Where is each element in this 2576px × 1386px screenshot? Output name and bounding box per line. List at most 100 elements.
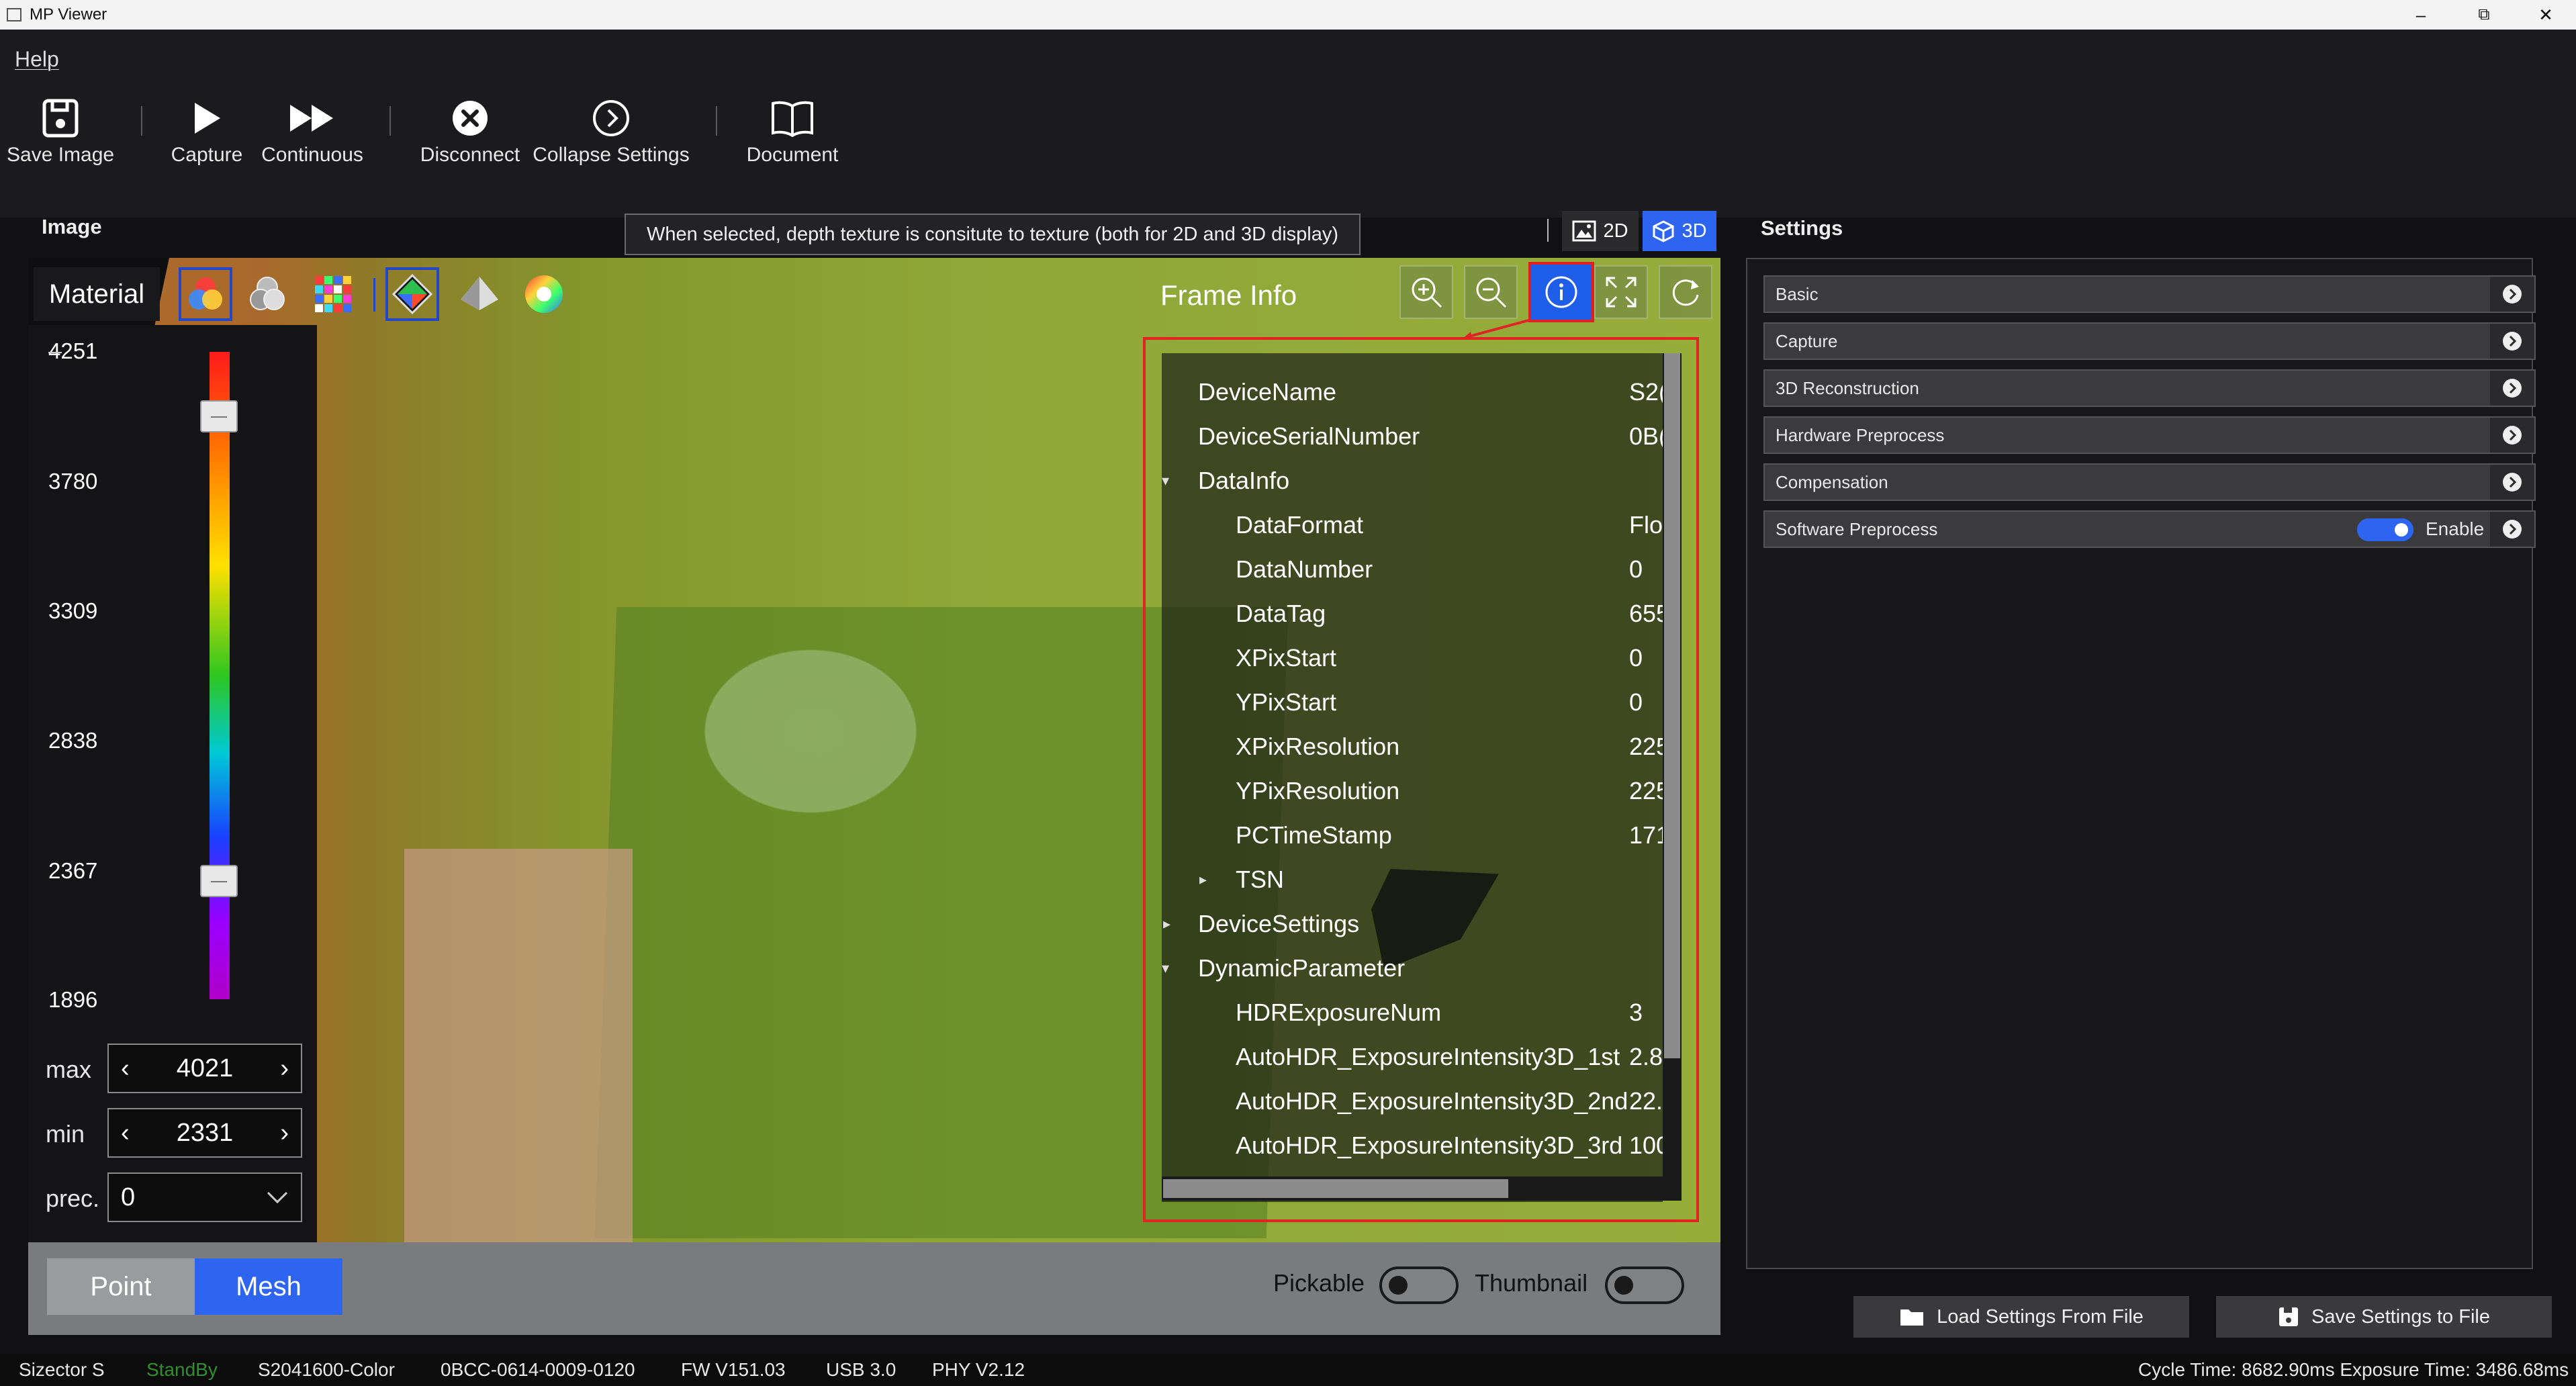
- scene-plane: [404, 849, 633, 1242]
- tree-row-autohdr-2nd[interactable]: AutoHDR_ExposureIntensity3D_2nd 22.: [1162, 1080, 1663, 1123]
- scale-tick: 1896: [48, 987, 98, 1012]
- save-settings-button[interactable]: Save Settings to File: [2216, 1296, 2552, 1338]
- tree-value: 0: [1629, 688, 1643, 716]
- tree-row-pc-timestamp[interactable]: PCTimeStamp 171: [1162, 814, 1663, 857]
- settings-section-basic[interactable]: Basic: [1763, 275, 2536, 313]
- tree-row-device-serial[interactable]: DeviceSerialNumber 0B(: [1162, 415, 1663, 458]
- tree-row-tsn[interactable]: ▸ TSN: [1162, 858, 1663, 901]
- max-spinbox[interactable]: ‹ 4021 ›: [107, 1044, 302, 1093]
- tree-key: XPixResolution: [1236, 733, 1400, 760]
- tree-row-device-name[interactable]: DeviceName S2(: [1162, 371, 1663, 414]
- color-grid-icon[interactable]: [306, 267, 360, 321]
- view-3d-button[interactable]: 3D: [1643, 211, 1716, 251]
- fit-view-button[interactable]: [1594, 265, 1648, 319]
- gray-diamond-icon[interactable]: [453, 267, 506, 321]
- software-preprocess-toggle[interactable]: [2357, 518, 2413, 541]
- tree-row-device-settings[interactable]: ▸ DeviceSettings: [1162, 903, 1663, 945]
- tree-row-y-pix-resolution[interactable]: YPixResolution 225: [1162, 770, 1663, 813]
- depth-texture-icon[interactable]: [385, 267, 439, 321]
- scale-tick: 2838: [48, 728, 98, 753]
- view-2d-button[interactable]: 2D: [1562, 211, 1639, 251]
- horizontal-scrollbar[interactable]: [1162, 1176, 1682, 1201]
- continuous-label: Continuous: [261, 144, 363, 166]
- frame-info-tree[interactable]: DeviceName S2( DeviceSerialNumber 0B( ▾ …: [1162, 353, 1663, 1202]
- scrollbar-thumb[interactable]: [1163, 1179, 1508, 1198]
- tree-key: DeviceSerialNumber: [1198, 422, 1420, 450]
- save-image-button[interactable]: Save Image: [7, 93, 114, 167]
- mesh-mode-button[interactable]: Mesh: [195, 1258, 342, 1315]
- tree-value: 0B(: [1629, 422, 1663, 450]
- close-button[interactable]: ✕: [2516, 0, 2576, 30]
- chevron-right-circle-icon: [2503, 520, 2522, 539]
- disconnect-icon: [453, 101, 488, 136]
- settings-section-software-preprocess[interactable]: Software Preprocess Enable: [1763, 510, 2536, 548]
- tree-key: DynamicParameter: [1198, 954, 1406, 982]
- toolbar-separator: [716, 106, 717, 136]
- continuous-button[interactable]: Continuous: [255, 93, 369, 167]
- tree-value: 2.8: [1629, 1043, 1663, 1070]
- min-slider-handle[interactable]: [200, 865, 238, 897]
- tree-row-y-pix-start[interactable]: YPixStart 0: [1162, 681, 1663, 724]
- color-wheel-icon[interactable]: [517, 267, 571, 321]
- frame-info-button[interactable]: [1528, 262, 1594, 322]
- zoom-in-button[interactable]: [1399, 265, 1453, 319]
- tree-value: 100: [1629, 1131, 1663, 1159]
- tree-key: HDRExposureNum: [1236, 999, 1442, 1026]
- tree-row-data-tag[interactable]: DataTag 655: [1162, 592, 1663, 635]
- max-slider-handle[interactable]: [200, 400, 238, 432]
- decrement-icon[interactable]: ‹: [121, 1054, 130, 1083]
- tree-row-x-pix-start[interactable]: XPixStart 0: [1162, 637, 1663, 680]
- point-mode-button[interactable]: Point: [47, 1258, 195, 1315]
- precision-dropdown[interactable]: 0: [107, 1172, 302, 1222]
- tree-row-data-number[interactable]: DataNumber 0: [1162, 548, 1663, 591]
- tree-row-hdr-exposure-num[interactable]: HDRExposureNum 3: [1162, 991, 1663, 1034]
- increment-icon[interactable]: ›: [280, 1119, 289, 1148]
- zoom-out-button[interactable]: [1464, 265, 1518, 319]
- status-firmware: FW V151.03: [681, 1359, 786, 1380]
- load-settings-button[interactable]: Load Settings From File: [1853, 1296, 2189, 1338]
- rgb-circles-icon[interactable]: [179, 267, 232, 321]
- reset-view-button[interactable]: [1659, 265, 1712, 319]
- settings-section-capture[interactable]: Capture: [1763, 322, 2536, 360]
- tree-row-autohdr-3rd[interactable]: AutoHDR_ExposureIntensity3D_3rd 100: [1162, 1124, 1663, 1167]
- capture-button[interactable]: Capture: [167, 93, 247, 167]
- tree-value: S2(: [1629, 378, 1663, 406]
- vertical-scrollbar[interactable]: [1663, 353, 1682, 1176]
- collapse-settings-button[interactable]: Collapse Settings: [531, 93, 692, 167]
- restore-button[interactable]: ⧉: [2454, 0, 2514, 30]
- status-device: Sizector S: [19, 1359, 105, 1380]
- chevron-right-circle-icon: [2503, 379, 2522, 398]
- min-label: min: [46, 1120, 85, 1148]
- expand-arrow-icon[interactable]: ▾: [1162, 472, 1169, 490]
- thumbnail-toggle[interactable]: [1605, 1266, 1684, 1304]
- expand-arrow-icon[interactable]: ▾: [1162, 960, 1169, 977]
- tree-row-x-pix-resolution[interactable]: XPixResolution 225: [1162, 725, 1663, 768]
- capture-label: Capture: [171, 144, 243, 166]
- gray-circles-icon[interactable]: [240, 267, 294, 321]
- tree-value: 655: [1629, 600, 1663, 627]
- menu-help[interactable]: Help: [15, 47, 59, 72]
- tree-key: XPixStart: [1236, 644, 1337, 672]
- expand-arrow-icon[interactable]: ▸: [1199, 871, 1207, 888]
- disconnect-button[interactable]: Disconnect: [416, 93, 524, 167]
- image-icon: [1572, 220, 1596, 242]
- expand-arrow-icon[interactable]: ▸: [1163, 915, 1170, 933]
- settings-section-compensation[interactable]: Compensation: [1763, 463, 2536, 501]
- increment-icon[interactable]: ›: [280, 1054, 289, 1083]
- document-button[interactable]: Document: [739, 93, 846, 167]
- scrollbar-thumb[interactable]: [1664, 353, 1680, 1058]
- tree-value: 225: [1629, 733, 1663, 760]
- tree-row-data-format[interactable]: DataFormat Flo: [1162, 504, 1663, 547]
- settings-section-3d-reconstruction[interactable]: 3D Reconstruction: [1763, 369, 2536, 407]
- decrement-icon[interactable]: ‹: [121, 1119, 130, 1148]
- max-label: max: [46, 1056, 92, 1083]
- tree-row-dynamic-parameter[interactable]: ▾ DynamicParameter: [1162, 947, 1663, 990]
- min-spinbox[interactable]: ‹ 2331 ›: [107, 1108, 302, 1158]
- frame-info-title: Frame Info: [1160, 279, 1297, 311]
- settings-section-hardware-preprocess[interactable]: Hardware Preprocess: [1763, 416, 2536, 454]
- tree-row-data-info[interactable]: ▾ DataInfo: [1162, 459, 1663, 502]
- tree-row-autohdr-1st[interactable]: AutoHDR_ExposureIntensity3D_1st 2.8: [1162, 1035, 1663, 1078]
- pickable-toggle[interactable]: [1379, 1266, 1459, 1304]
- minimize-button[interactable]: –: [2391, 0, 2451, 30]
- material-separator: [373, 278, 375, 312]
